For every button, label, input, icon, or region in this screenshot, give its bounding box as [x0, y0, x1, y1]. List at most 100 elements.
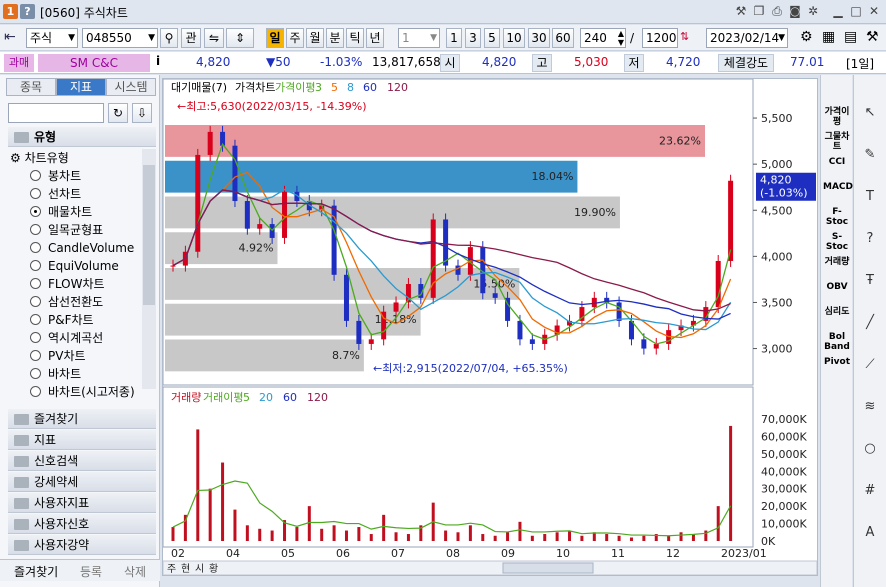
indicator-btn-8[interactable]: 심리도 — [823, 307, 851, 317]
period-day[interactable]: 일 — [266, 28, 284, 48]
chart-area[interactable]: 23.62% 18.04% 19.90% 4.92% 15.50% 11.18% 8.7% 5… — [162, 78, 818, 576]
market-select[interactable]: 주식 ▼ — [26, 28, 78, 48]
pin-icon[interactable]: ⇤ — [4, 29, 16, 45]
chart-type-7[interactable]: 삼선전환도 — [30, 293, 103, 311]
category-0[interactable]: 즐겨찾기 — [8, 409, 156, 429]
chart-type-12[interactable]: 바차트(시고저종) — [30, 383, 135, 401]
indicator-btn-7[interactable]: OBV — [823, 282, 851, 292]
chart-type-6[interactable]: FLOW차트 — [30, 275, 105, 293]
quick-1[interactable]: 1 — [446, 28, 462, 48]
radio-icon[interactable] — [30, 242, 41, 253]
chart-type-8[interactable]: P&F차트 — [30, 311, 94, 329]
circle-icon[interactable]: ○ — [860, 439, 880, 459]
indicator-btn-2[interactable]: CCI — [823, 157, 851, 167]
indicator-btn-6[interactable]: 거래량 — [823, 257, 851, 267]
tab-indicators[interactable]: 지표 — [56, 78, 106, 96]
quick-10[interactable]: 10 — [503, 28, 525, 48]
radio-icon[interactable] — [30, 206, 41, 217]
code-input[interactable]: 048550 ▼ — [82, 28, 158, 48]
indicator-btn-4[interactable]: F-Stoc — [823, 207, 851, 227]
chart-type-10[interactable]: PV차트 — [30, 347, 86, 365]
indicator-btn-10[interactable]: Pivot — [823, 357, 851, 367]
chart-type-11[interactable]: 바차트 — [30, 365, 81, 383]
period-year[interactable]: 년 — [366, 28, 384, 48]
radio-icon[interactable] — [30, 332, 41, 343]
category-4[interactable]: 사용자지표 — [8, 493, 156, 513]
quick-3[interactable]: 3 — [465, 28, 481, 48]
line-icon[interactable]: ╱ — [860, 313, 880, 333]
chart-type-9[interactable]: 역시계곡선 — [30, 329, 103, 347]
info-icon[interactable]: i — [156, 54, 160, 68]
total-input[interactable]: 1200 — [642, 28, 678, 48]
indicator-btn-9[interactable]: Bol Band — [823, 332, 851, 352]
tab-favorites[interactable]: 즐겨찾기 — [14, 563, 58, 580]
print-icon[interactable]: ⎙ — [769, 3, 785, 19]
chart-type-4[interactable]: CandleVolume — [30, 239, 134, 257]
indicator-btn-1[interactable]: 그물차트 — [823, 132, 851, 152]
category-5[interactable]: 사용자신호 — [8, 514, 156, 534]
radio-icon[interactable] — [30, 224, 41, 235]
date-select[interactable]: 2023/02/14 ▼ — [706, 28, 788, 48]
chart-type-2[interactable]: 매물차트 — [30, 203, 92, 221]
chart-type-5[interactable]: EquiVolume — [30, 257, 119, 275]
paint-icon[interactable]: ✎ — [860, 145, 880, 165]
close-button[interactable]: ✕ — [866, 3, 882, 19]
tree-scrollbar[interactable] — [142, 149, 156, 389]
period-week[interactable]: 주 — [286, 28, 304, 48]
category-1[interactable]: 지표 — [8, 430, 156, 450]
download-icon[interactable]: ⇩ — [132, 103, 152, 123]
quick-60[interactable]: 60 — [552, 28, 574, 48]
tab-delete[interactable]: 삭제 — [124, 563, 146, 580]
search-icon[interactable]: ⚲ — [160, 28, 178, 48]
font-icon[interactable]: Ŧ — [860, 271, 880, 291]
camera-icon[interactable]: ◙ — [787, 3, 803, 19]
radio-icon[interactable] — [30, 386, 41, 397]
count-stepper[interactable]: 240 ▲ ▼ — [580, 28, 626, 48]
copy-icon[interactable]: ❐ — [751, 3, 767, 19]
radio-icon[interactable] — [30, 314, 41, 325]
category-3[interactable]: 강세약세 — [8, 472, 156, 492]
tab-stocks[interactable]: 종목 — [6, 78, 56, 96]
chart-type-3[interactable]: 일목균형표 — [30, 221, 103, 239]
trend-icon[interactable]: ⟋ — [860, 355, 880, 375]
quick-30[interactable]: 30 — [528, 28, 550, 48]
radio-icon[interactable] — [30, 350, 41, 361]
section-type[interactable]: 유형 — [8, 127, 156, 147]
minimize-button[interactable]: ▁ — [830, 3, 846, 19]
tab-register[interactable]: 등록 — [80, 563, 102, 580]
radio-icon[interactable] — [30, 278, 41, 289]
tree-root[interactable]: ⚙ 차트유형 — [10, 149, 69, 166]
tab-system[interactable]: 시스템 — [106, 78, 156, 96]
chart-settings-icon[interactable]: ⚙ — [800, 29, 813, 45]
link-icon[interactable]: ⇋ — [204, 28, 224, 48]
settings-icon[interactable]: ✲ — [805, 3, 821, 19]
help-icon[interactable]: ? — [20, 4, 35, 19]
chart-svg[interactable]: 23.62%18.04%19.90%4.92%15.50%11.18%8.7%5… — [163, 79, 817, 575]
radio-icon[interactable] — [30, 260, 41, 271]
period-month[interactable]: 월 — [306, 28, 324, 48]
cursor-icon[interactable]: ↖ — [860, 103, 880, 123]
radio-icon[interactable] — [30, 296, 41, 307]
refresh-icon[interactable]: ↻ — [108, 103, 128, 123]
radio-icon[interactable] — [30, 368, 41, 379]
text-icon[interactable]: T — [860, 187, 880, 207]
gwan-button[interactable]: 관 — [181, 28, 201, 48]
tools-icon[interactable]: ⚒ — [733, 3, 749, 19]
grid-icon[interactable]: # — [860, 481, 880, 501]
radio-icon[interactable] — [30, 188, 41, 199]
table-icon[interactable]: ▤ — [844, 29, 857, 45]
chart-type-0[interactable]: 봉차트 — [30, 167, 81, 185]
config-icon[interactable]: ⚒ — [866, 29, 879, 45]
category-6[interactable]: 사용자강약 — [8, 535, 156, 555]
radio-icon[interactable] — [30, 170, 41, 181]
category-2[interactable]: 신호검색 — [8, 451, 156, 471]
period-tick[interactable]: 틱 — [346, 28, 364, 48]
updown-icon[interactable]: ⇕ — [226, 28, 254, 48]
indicator-search-input[interactable] — [8, 103, 104, 123]
quick-5[interactable]: 5 — [484, 28, 500, 48]
fibonacci-icon[interactable]: ≋ — [860, 397, 880, 417]
period-minute[interactable]: 분 — [326, 28, 344, 48]
auto-icon[interactable]: A — [860, 523, 880, 543]
chart-type-1[interactable]: 선차트 — [30, 185, 81, 203]
app-badge[interactable]: 1 — [3, 4, 18, 19]
